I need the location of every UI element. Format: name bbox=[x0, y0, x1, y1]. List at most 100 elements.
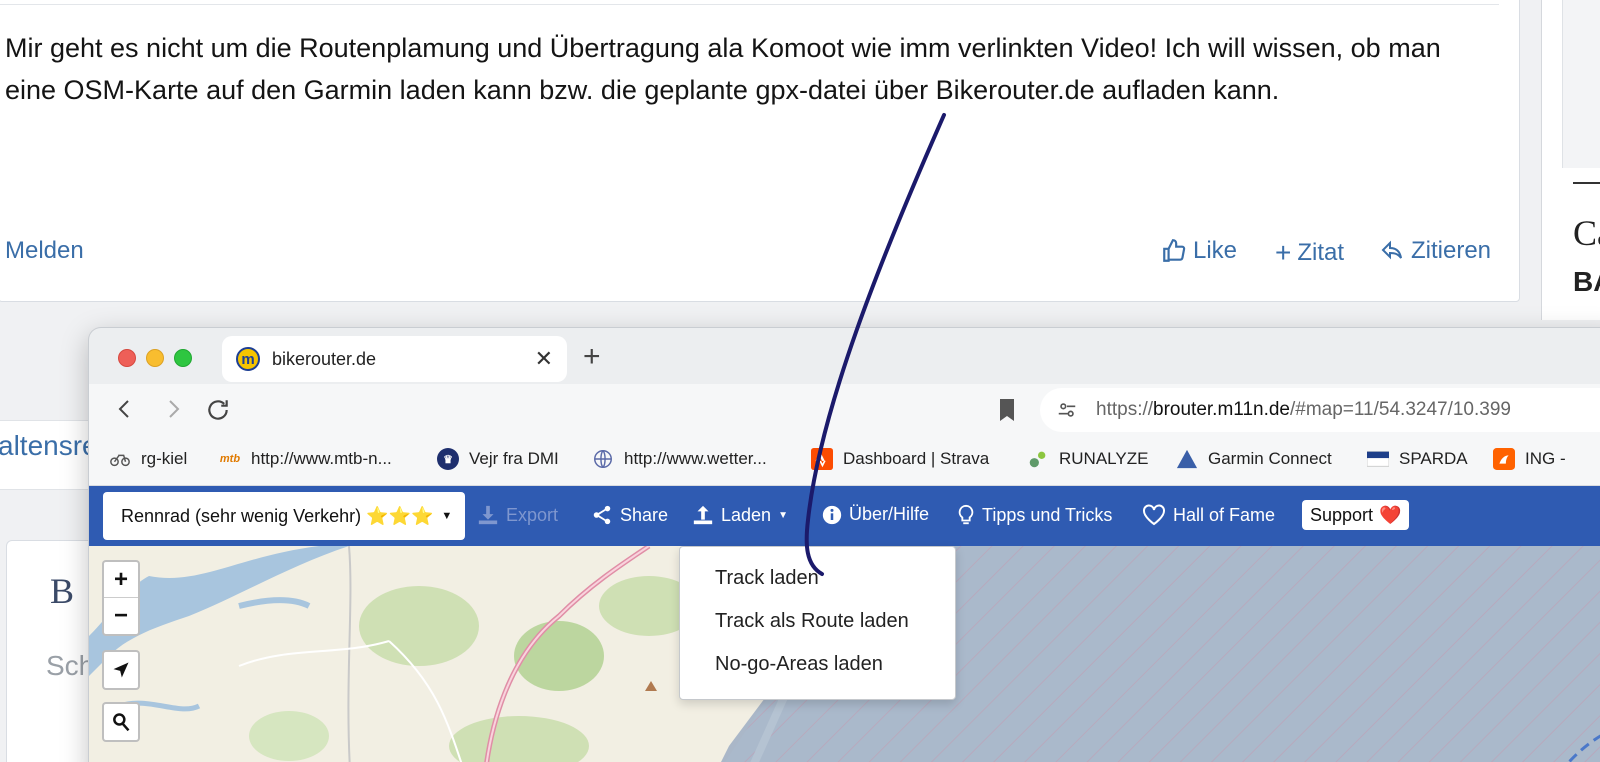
tips-button[interactable]: Tipps und Tricks bbox=[957, 504, 1112, 526]
like-label: Like bbox=[1193, 237, 1238, 264]
load-dropdown-menu: Track laden Track als Route laden No-go-… bbox=[679, 546, 956, 700]
zoom-in-button[interactable]: + bbox=[104, 562, 138, 598]
bookmark-icon[interactable] bbox=[997, 398, 1017, 422]
window-minimize-button[interactable] bbox=[146, 349, 164, 367]
sidebar-divider bbox=[1541, 0, 1542, 320]
plus-icon: + bbox=[1275, 237, 1292, 268]
bookmark-ing[interactable]: ING - bbox=[1493, 448, 1566, 470]
bookmark-label: Garmin Connect bbox=[1208, 449, 1332, 468]
bookmark-garmin-connect[interactable]: Garmin Connect bbox=[1176, 448, 1332, 470]
garmin-icon bbox=[1176, 449, 1198, 469]
back-arrow-icon[interactable] bbox=[113, 397, 137, 421]
reply-icon bbox=[1381, 240, 1402, 260]
quote-label: Zitieren bbox=[1411, 237, 1492, 264]
bookmark-sparda[interactable]: SPARDA bbox=[1367, 448, 1468, 470]
bookmark-runalyze[interactable]: RUNALYZE bbox=[1027, 448, 1148, 470]
browser-tab[interactable]: m bikerouter.de ✕ bbox=[222, 336, 567, 382]
app-navbar: Rennrad (sehr wenig Verkehr) ⭐⭐⭐ ▼ Expor… bbox=[89, 486, 1600, 546]
post-body: Mir geht es nicht um die Routenplamung u… bbox=[5, 33, 1441, 105]
heart-icon: ❤️ bbox=[1379, 504, 1402, 525]
ing-lion-icon bbox=[1493, 448, 1515, 470]
forward-arrow-icon[interactable] bbox=[161, 397, 185, 421]
zoom-control: + − bbox=[102, 560, 140, 636]
support-label: Support bbox=[1310, 504, 1374, 525]
quote-add-button[interactable]: + Zitat bbox=[1275, 237, 1344, 269]
share-icon bbox=[593, 505, 611, 525]
help-button[interactable]: Über/Hilfe bbox=[822, 504, 929, 525]
reload-icon[interactable] bbox=[205, 397, 231, 423]
address-bar[interactable]: https://brouter.m11n.de/#map=11/54.3247/… bbox=[1040, 388, 1600, 432]
bookmark-rg-kiel[interactable]: rg-kiel bbox=[109, 448, 187, 470]
locate-arrow-icon bbox=[104, 652, 138, 688]
routing-profile-select[interactable]: Rennrad (sehr wenig Verkehr) ⭐⭐⭐ ▼ bbox=[103, 492, 465, 540]
bookmarks-bar: rg-kiel mtb http://www.mtb-n... ♛ Vejr f… bbox=[89, 436, 1600, 486]
globe-icon bbox=[594, 450, 612, 468]
bookmark-label: Dashboard | Strava bbox=[843, 449, 990, 468]
search-control[interactable] bbox=[102, 702, 140, 742]
url-path: /#map=11/54.3247/10.399 bbox=[1290, 399, 1511, 420]
bookmark-label: http://www.wetter... bbox=[624, 449, 767, 468]
help-label: Über/Hilfe bbox=[849, 504, 930, 524]
zoom-out-button[interactable]: − bbox=[104, 598, 138, 634]
sidebar-subheading: BA bbox=[1573, 266, 1600, 297]
menu-item-track-as-route[interactable]: Track als Route laden bbox=[680, 600, 955, 643]
like-button[interactable]: Like bbox=[1161, 237, 1237, 265]
bookmark-strava[interactable]: Dashboard | Strava bbox=[811, 448, 989, 470]
quote-add-label: Zitat bbox=[1297, 239, 1345, 266]
bookmark-label: ING - bbox=[1525, 449, 1566, 468]
browser-toolbar: https://brouter.m11n.de/#map=11/54.3247/… bbox=[89, 384, 1600, 436]
new-tab-button[interactable]: + bbox=[583, 340, 601, 374]
crown-icon: ♛ bbox=[437, 448, 459, 470]
bookmark-wetter[interactable]: http://www.wetter... bbox=[592, 448, 767, 470]
share-label: Share bbox=[620, 504, 669, 525]
bookmark-label: RUNALYZE bbox=[1059, 449, 1149, 468]
bookmark-mtb-news[interactable]: mtb http://www.mtb-n... bbox=[219, 448, 392, 470]
bicycle-icon bbox=[110, 454, 130, 467]
caret-down-icon: ▼ bbox=[441, 510, 453, 522]
hall-label: Hall of Fame bbox=[1173, 504, 1276, 525]
sidebar-rule bbox=[1573, 182, 1600, 184]
lightbulb-icon bbox=[958, 504, 974, 525]
sidebar-image-placeholder bbox=[1562, 0, 1600, 168]
bookmark-label: http://www.mtb-n... bbox=[251, 449, 392, 468]
forum-partial-link[interactable]: altensre bbox=[0, 430, 98, 462]
support-button[interactable]: Support ❤️ bbox=[1302, 500, 1410, 530]
bookmark-label: rg-kiel bbox=[141, 449, 188, 468]
heart-outline-icon bbox=[1143, 504, 1165, 526]
sparda-icon bbox=[1367, 451, 1389, 467]
url-host: brouter.m11n.de bbox=[1153, 399, 1290, 420]
close-tab-icon[interactable]: ✕ bbox=[535, 346, 553, 372]
bookmark-dmi[interactable]: ♛ Vejr fra DMI bbox=[437, 448, 559, 470]
menu-item-no-go-areas[interactable]: No-go-Areas laden bbox=[680, 643, 955, 686]
url-scheme: https:// bbox=[1096, 399, 1154, 420]
thumbs-up-icon bbox=[1163, 239, 1186, 262]
info-icon bbox=[822, 505, 842, 524]
sidebar-heading: Ca bbox=[1573, 213, 1600, 253]
report-link[interactable]: Melden bbox=[5, 237, 84, 265]
site-settings-icon[interactable] bbox=[1056, 399, 1078, 421]
mtb-news-icon: mtb bbox=[219, 453, 241, 465]
caret-down-icon: ▼ bbox=[778, 509, 788, 521]
runalyze-icon bbox=[1029, 451, 1046, 468]
locate-control[interactable] bbox=[102, 650, 140, 690]
bookmark-label: Vejr fra DMI bbox=[469, 449, 559, 468]
export-label: Export bbox=[506, 504, 559, 525]
forum-card-text: Sch bbox=[46, 650, 95, 681]
export-button[interactable]: Export bbox=[477, 504, 558, 526]
report-label: Melden bbox=[5, 237, 84, 264]
menu-item-track-load[interactable]: Track laden bbox=[680, 557, 955, 600]
load-dropdown-toggle[interactable]: Laden ▼ bbox=[692, 504, 788, 526]
load-label: Laden bbox=[721, 504, 772, 525]
quote-button[interactable]: Zitieren bbox=[1379, 237, 1491, 265]
share-button[interactable]: Share bbox=[591, 504, 668, 526]
window-maximize-button[interactable] bbox=[174, 349, 192, 367]
tab-title: bikerouter.de bbox=[272, 348, 377, 369]
strava-icon bbox=[811, 448, 833, 470]
bikerouter-favicon-icon: m bbox=[236, 347, 260, 371]
hall-of-fame-button[interactable]: Hall of Fame bbox=[1142, 504, 1275, 526]
forum-post: Mir geht es nicht um die Routenplamung u… bbox=[0, 0, 1520, 302]
profile-label: Rennrad (sehr wenig Verkehr) ⭐⭐⭐ bbox=[121, 505, 434, 526]
window-close-button[interactable] bbox=[118, 349, 136, 367]
upload-icon bbox=[693, 505, 713, 525]
bookmark-label: SPARDA bbox=[1399, 449, 1468, 468]
